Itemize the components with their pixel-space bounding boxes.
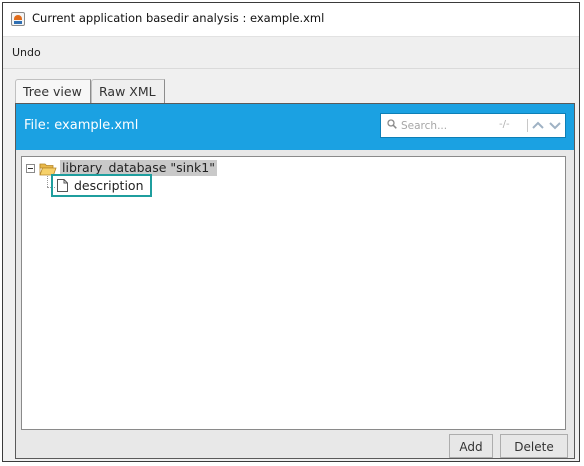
delete-button[interactable]: Delete xyxy=(500,434,568,458)
chevron-down-icon[interactable] xyxy=(548,118,562,133)
search-input[interactable] xyxy=(401,117,487,134)
application-window: Current application basedir analysis : e… xyxy=(2,2,580,462)
menu-bar: Undo xyxy=(3,37,579,69)
search-match-count: -/- xyxy=(499,119,510,130)
tab-tree-view[interactable]: Tree view xyxy=(15,79,91,103)
file-header-bar: File: example.xml -/- xyxy=(16,104,574,150)
tree-view-panel: File: example.xml -/- xyxy=(15,103,575,459)
tree-connector-line xyxy=(47,176,48,187)
search-box[interactable]: -/- xyxy=(380,113,566,138)
search-icon xyxy=(387,119,397,129)
collapse-toggle-icon[interactable] xyxy=(26,164,35,173)
xml-tree[interactable]: library_database "sink1" description xyxy=(21,156,566,430)
file-icon xyxy=(57,179,68,192)
tab-raw-xml[interactable]: Raw XML xyxy=(91,79,165,103)
chevron-up-icon[interactable] xyxy=(531,118,545,133)
tree-node-label: description xyxy=(74,178,144,193)
add-button[interactable]: Add xyxy=(449,434,493,458)
title-bar: Current application basedir analysis : e… xyxy=(3,3,579,37)
tree-node-description[interactable]: description xyxy=(51,174,152,197)
window-title: Current application basedir analysis : e… xyxy=(32,11,325,25)
search-divider xyxy=(527,119,528,132)
undo-menu-item[interactable]: Undo xyxy=(12,46,41,59)
button-bar: Add Delete xyxy=(16,434,574,459)
java-app-icon xyxy=(11,12,25,26)
file-name-label: File: example.xml xyxy=(24,118,139,133)
